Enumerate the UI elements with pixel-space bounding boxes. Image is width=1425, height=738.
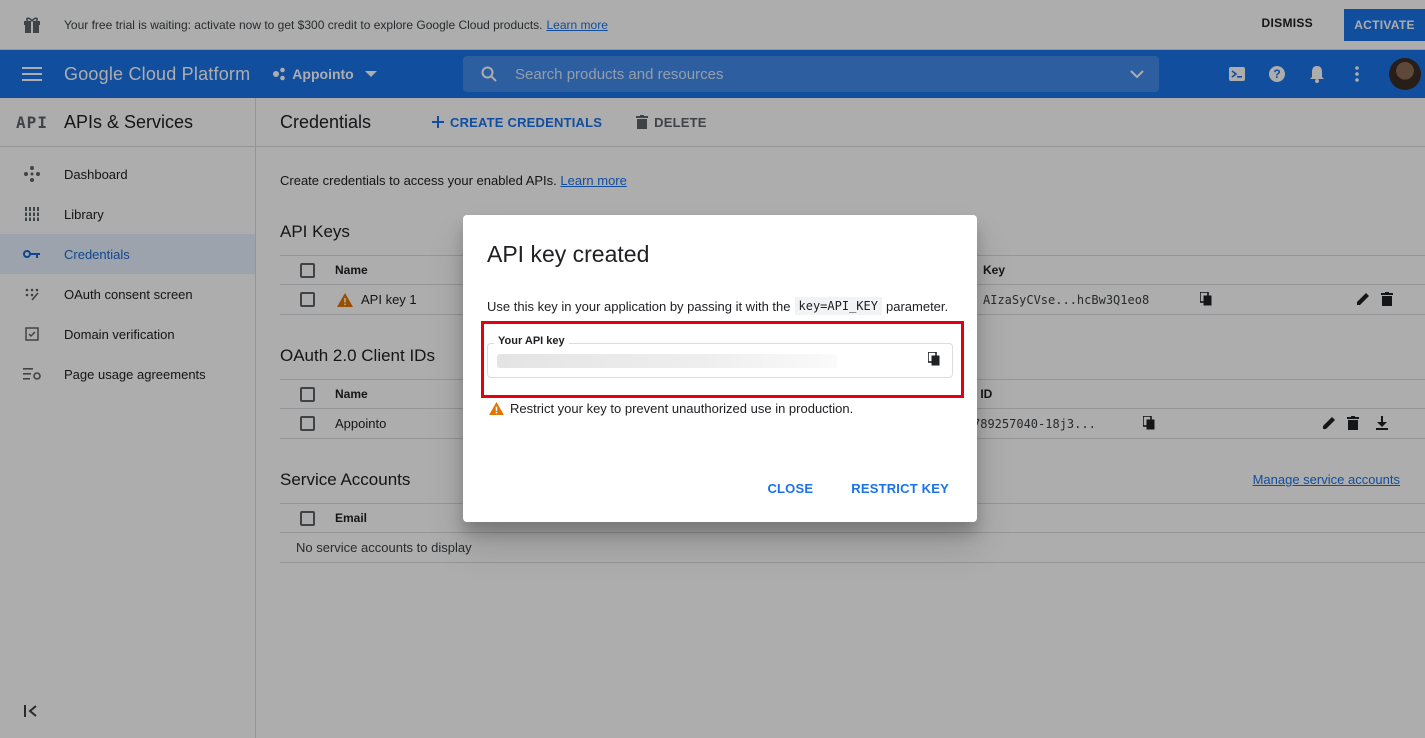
highlight-annotation-box xyxy=(481,321,964,398)
restrict-key-button[interactable]: RESTRICT KEY xyxy=(851,481,949,496)
api-key-created-dialog: API key created Use this key in your app… xyxy=(463,215,977,522)
key-param-code: key=API_KEY xyxy=(794,297,882,315)
close-button[interactable]: CLOSE xyxy=(767,481,813,496)
warning-icon xyxy=(489,402,504,415)
dialog-description: Use this key in your application by pass… xyxy=(487,297,949,315)
restrict-warning: Restrict your key to prevent unauthorize… xyxy=(489,401,853,416)
dialog-title: API key created xyxy=(487,241,650,267)
